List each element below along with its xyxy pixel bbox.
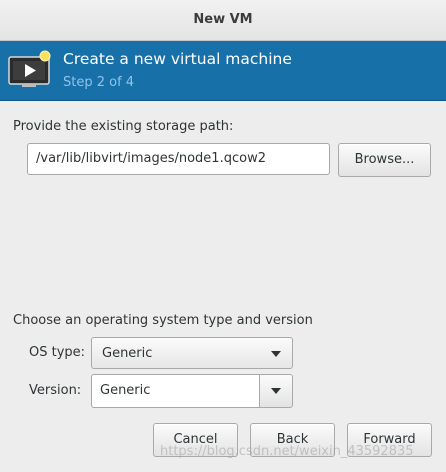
wizard-step-indicator: Step 2 of 4	[63, 75, 135, 90]
version-dropdown-button[interactable]	[259, 374, 293, 408]
back-button-label: Back	[276, 432, 309, 447]
chevron-down-icon	[271, 388, 281, 394]
browse-button[interactable]: Browse...	[338, 143, 431, 177]
chevron-down-icon	[271, 351, 281, 357]
back-button[interactable]: Back	[250, 423, 335, 457]
os-type-value: Generic	[102, 346, 153, 361]
cancel-button[interactable]: Cancel	[153, 423, 238, 457]
browse-button-label: Browse...	[354, 152, 415, 167]
window-titlebar[interactable]: New VM	[0, 0, 446, 41]
version-label: Version:	[29, 383, 82, 398]
cancel-button-label: Cancel	[173, 432, 218, 447]
monitor-play-icon	[8, 50, 51, 87]
wizard-title: Create a new virtual machine	[63, 50, 292, 68]
os-section-label: Choose an operating system type and vers…	[13, 313, 313, 328]
storage-path-input[interactable]: /var/lib/libvirt/images/node1.qcow2	[27, 143, 330, 175]
storage-path-label: Provide the existing storage path:	[13, 119, 234, 134]
wizard-banner: Create a new virtual machine Step 2 of 4	[0, 41, 446, 101]
os-type-select[interactable]: Generic	[91, 337, 293, 369]
version-combo[interactable]: Generic	[91, 374, 293, 408]
forward-button[interactable]: Forward	[347, 423, 432, 457]
forward-button-label: Forward	[363, 432, 416, 447]
os-type-label: OS type:	[29, 345, 86, 360]
version-input[interactable]: Generic	[91, 374, 260, 408]
window-title: New VM	[193, 12, 253, 27]
